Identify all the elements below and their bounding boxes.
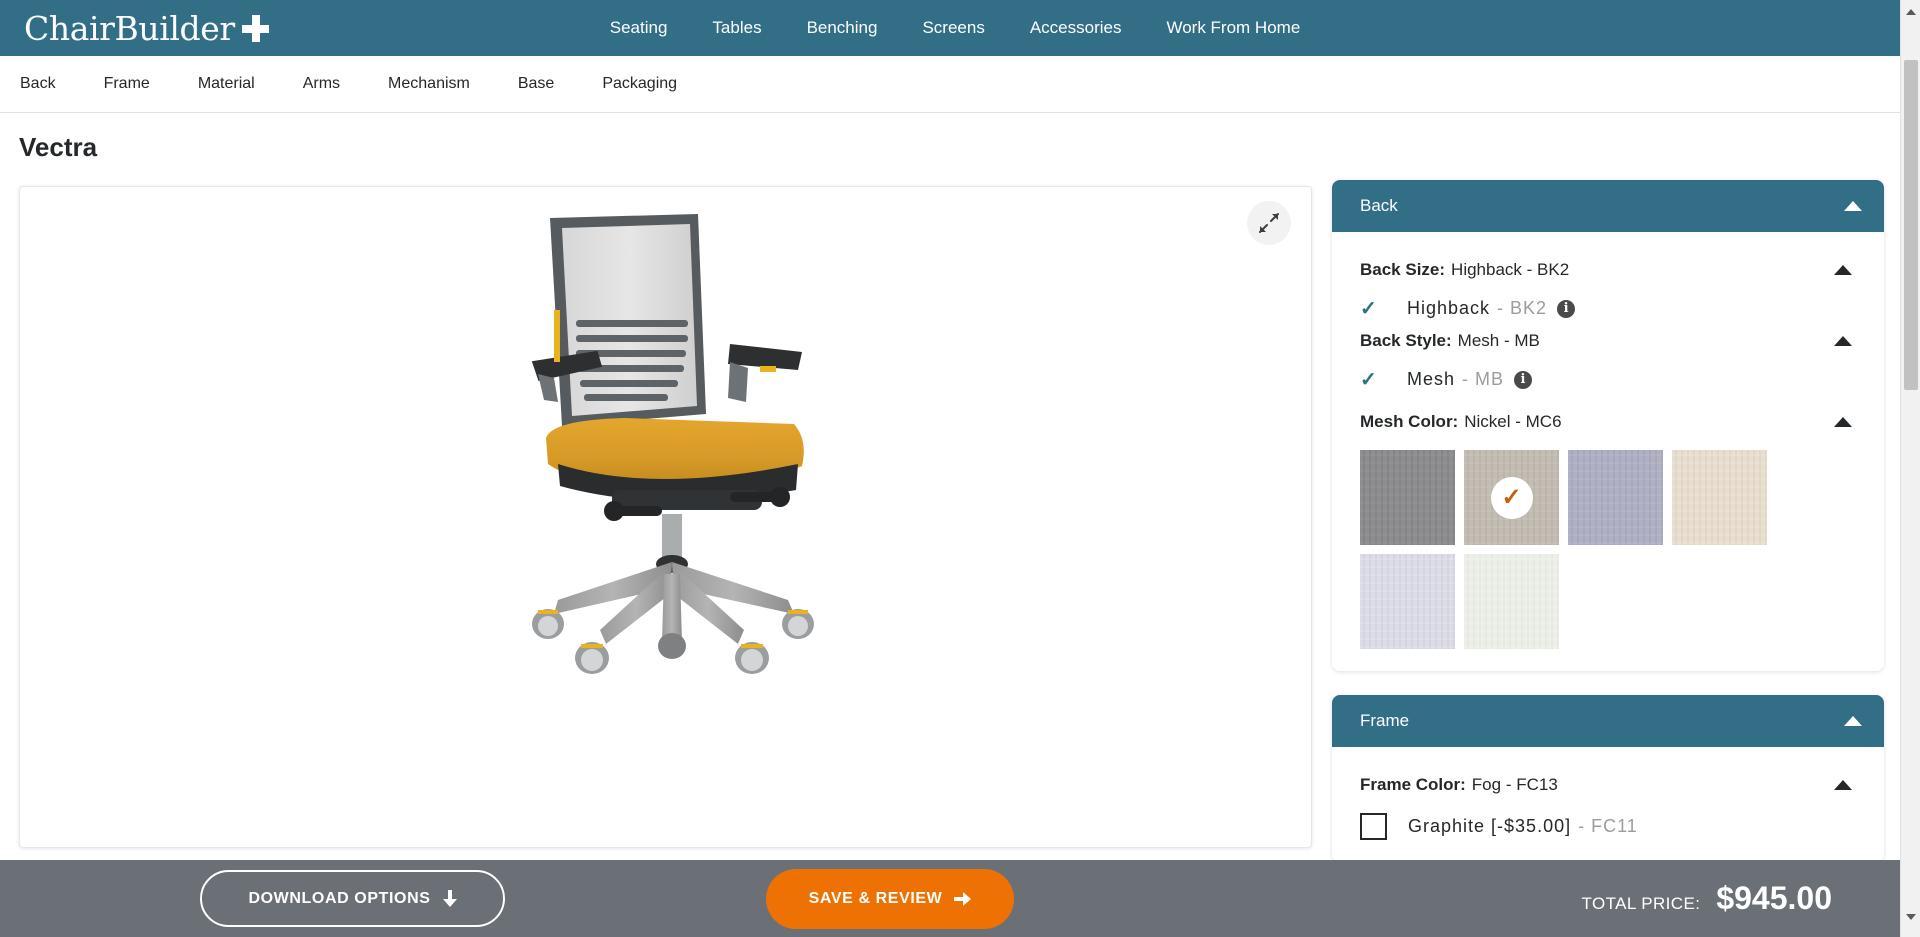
chevron-up-icon[interactable] xyxy=(1834,417,1852,427)
chevron-up-icon[interactable] xyxy=(1834,780,1852,790)
mesh-texture xyxy=(1568,450,1663,545)
save-and-review-button[interactable]: SAVE & REVIEW xyxy=(766,868,1014,929)
option-name: Mesh xyxy=(1407,369,1456,389)
swatch-off-white-mesh[interactable] xyxy=(1464,554,1559,649)
accordion-body-back: Back Size: Highback - BK2 ✓ Highback - BK… xyxy=(1332,232,1884,671)
download-options-button[interactable]: DOWNLOAD OPTIONS xyxy=(200,870,505,927)
check-icon: ✓ xyxy=(1360,368,1377,391)
top-navigation-bar: ChairBuilder Seating Tables Benching Scr… xyxy=(0,0,1900,56)
chevron-up-icon[interactable] xyxy=(1834,265,1852,275)
swatch-cream-mesh[interactable] xyxy=(1672,450,1767,545)
check-icon: ✓ xyxy=(1360,297,1377,320)
chair-3d-render[interactable] xyxy=(20,197,1311,687)
option-group-frame-color: Frame Color: Fog - FC13 Graphite [-$35.00… xyxy=(1360,775,1856,840)
chevron-up-icon[interactable] xyxy=(1844,716,1862,726)
option-group-value: Fog - FC13 xyxy=(1471,775,1558,794)
nav-item-accessories[interactable]: Accessories xyxy=(1030,18,1122,38)
nav-item-work-from-home[interactable]: Work From Home xyxy=(1166,18,1300,38)
option-row-mesh[interactable]: ✓ Mesh - MB i xyxy=(1360,369,1856,390)
option-group-label: Mesh Color: xyxy=(1360,412,1459,431)
tab-arms[interactable]: Arms xyxy=(303,75,340,93)
option-row-highback[interactable]: ✓ Highback - BK2 i xyxy=(1360,298,1856,319)
info-icon[interactable]: i xyxy=(1557,299,1576,318)
total-price-label: TOTAL PRICE: xyxy=(1581,894,1701,913)
scroll-down-icon[interactable] xyxy=(1901,907,1920,927)
swatch-periwinkle-mesh[interactable] xyxy=(1568,450,1663,545)
nav-item-screens[interactable]: Screens xyxy=(922,18,984,38)
scroll-thumb[interactable] xyxy=(1904,60,1918,390)
option-group-header-mesh-color[interactable]: Mesh Color: Nickel - MC6 xyxy=(1360,412,1856,432)
tab-material[interactable]: Material xyxy=(198,75,255,93)
mesh-texture xyxy=(1672,450,1767,545)
accordion-body-frame: Frame Color: Fog - FC13 Graphite [-$35.00… xyxy=(1332,747,1884,862)
chevron-up-icon[interactable] xyxy=(1844,201,1862,211)
option-code: - BK2 xyxy=(1497,298,1548,318)
arrow-down-icon xyxy=(442,890,457,907)
option-group-back-size: Back Size: Highback - BK2 ✓ Highback - BK… xyxy=(1360,260,1856,319)
option-group-label: Frame Color: xyxy=(1360,775,1466,794)
tab-frame[interactable]: Frame xyxy=(104,75,150,93)
scroll-up-icon[interactable] xyxy=(1901,2,1920,22)
option-group-value: Nickel - MC6 xyxy=(1464,412,1562,431)
chevron-up-icon[interactable] xyxy=(1834,336,1852,346)
tab-packaging[interactable]: Packaging xyxy=(602,75,677,93)
option-name: Graphite [-$35.00] xyxy=(1408,816,1572,836)
mesh-texture xyxy=(1464,554,1559,649)
swatch-lavender-mist-mesh[interactable] xyxy=(1360,554,1455,649)
option-group-mesh-color: Mesh Color: Nickel - MC6 ✓ xyxy=(1360,412,1856,649)
nav-item-tables[interactable]: Tables xyxy=(712,18,761,38)
total-price: TOTAL PRICE: $945.00 xyxy=(1582,880,1832,917)
brand-logo[interactable]: ChairBuilder xyxy=(24,9,269,48)
accordion-header-frame[interactable]: Frame xyxy=(1332,695,1884,747)
bottom-action-bar: DOWNLOAD OPTIONS SAVE & REVIEW TOTAL PRI… xyxy=(0,860,1900,937)
options-panel-column: Back Back Size: Highback - BK2 ✓ Highback xyxy=(1332,180,1884,886)
option-group-value: Mesh - MB xyxy=(1457,331,1540,350)
option-code: - MB xyxy=(1462,369,1505,389)
accordion-title: Back xyxy=(1360,196,1398,215)
accordion-title: Frame xyxy=(1360,711,1410,730)
tab-mechanism[interactable]: Mechanism xyxy=(388,75,470,93)
save-and-review-label: SAVE & REVIEW xyxy=(808,889,943,907)
arrow-right-icon xyxy=(954,891,972,906)
nav-item-seating[interactable]: Seating xyxy=(610,18,668,38)
option-group-header-back-style[interactable]: Back Style: Mesh - MB xyxy=(1360,331,1856,351)
info-icon[interactable]: i xyxy=(1514,370,1533,389)
option-name: Highback xyxy=(1407,298,1491,318)
plus-icon xyxy=(241,14,269,42)
option-group-header-frame-color[interactable]: Frame Color: Fog - FC13 xyxy=(1360,775,1856,795)
product-viewer[interactable]: ❰ Drag to Rotate. Click to Zoom ❱ xyxy=(19,186,1312,848)
option-group-back-style: Back Style: Mesh - MB ✓ Mesh - MB i xyxy=(1360,331,1856,390)
brand-name: ChairBuilder xyxy=(24,8,235,48)
option-code: - FC11 xyxy=(1578,816,1638,836)
tab-base[interactable]: Base xyxy=(518,75,554,93)
main-nav: Seating Tables Benching Screens Accessor… xyxy=(610,18,1301,38)
swatch-selected-check-icon: ✓ xyxy=(1490,476,1533,519)
configurator-tab-bar: Back Frame Material Arms Mechanism Base … xyxy=(0,56,1900,113)
mesh-texture xyxy=(1360,450,1455,545)
total-price-value: $945.00 xyxy=(1716,880,1832,916)
swatch-dark-gray-mesh[interactable] xyxy=(1360,450,1455,545)
page-title: Vectra xyxy=(19,132,98,162)
graphite-checkbox[interactable] xyxy=(1360,813,1387,840)
download-options-label: DOWNLOAD OPTIONS xyxy=(248,889,431,907)
tab-back[interactable]: Back xyxy=(20,75,56,93)
swatch-nickel-mesh[interactable]: ✓ xyxy=(1464,450,1559,545)
accordion-back: Back Back Size: Highback - BK2 ✓ Highback xyxy=(1332,180,1884,671)
option-group-label: Back Style: xyxy=(1360,331,1452,350)
option-group-value: Highback - BK2 xyxy=(1451,260,1570,279)
option-group-header-back-size[interactable]: Back Size: Highback - BK2 xyxy=(1360,260,1856,280)
page-scrollbar[interactable] xyxy=(1900,0,1920,937)
chair-illustration xyxy=(531,214,814,674)
nav-item-benching[interactable]: Benching xyxy=(807,18,878,38)
mesh-texture xyxy=(1360,554,1455,649)
mesh-color-swatch-grid: ✓ xyxy=(1360,450,1856,649)
accordion-header-back[interactable]: Back xyxy=(1332,180,1884,232)
option-row-graphite[interactable]: Graphite [-$35.00] - FC11 xyxy=(1360,813,1856,840)
option-group-label: Back Size: xyxy=(1360,260,1446,279)
accordion-frame: Frame Frame Color: Fog - FC13 Graphite [-… xyxy=(1332,695,1884,862)
